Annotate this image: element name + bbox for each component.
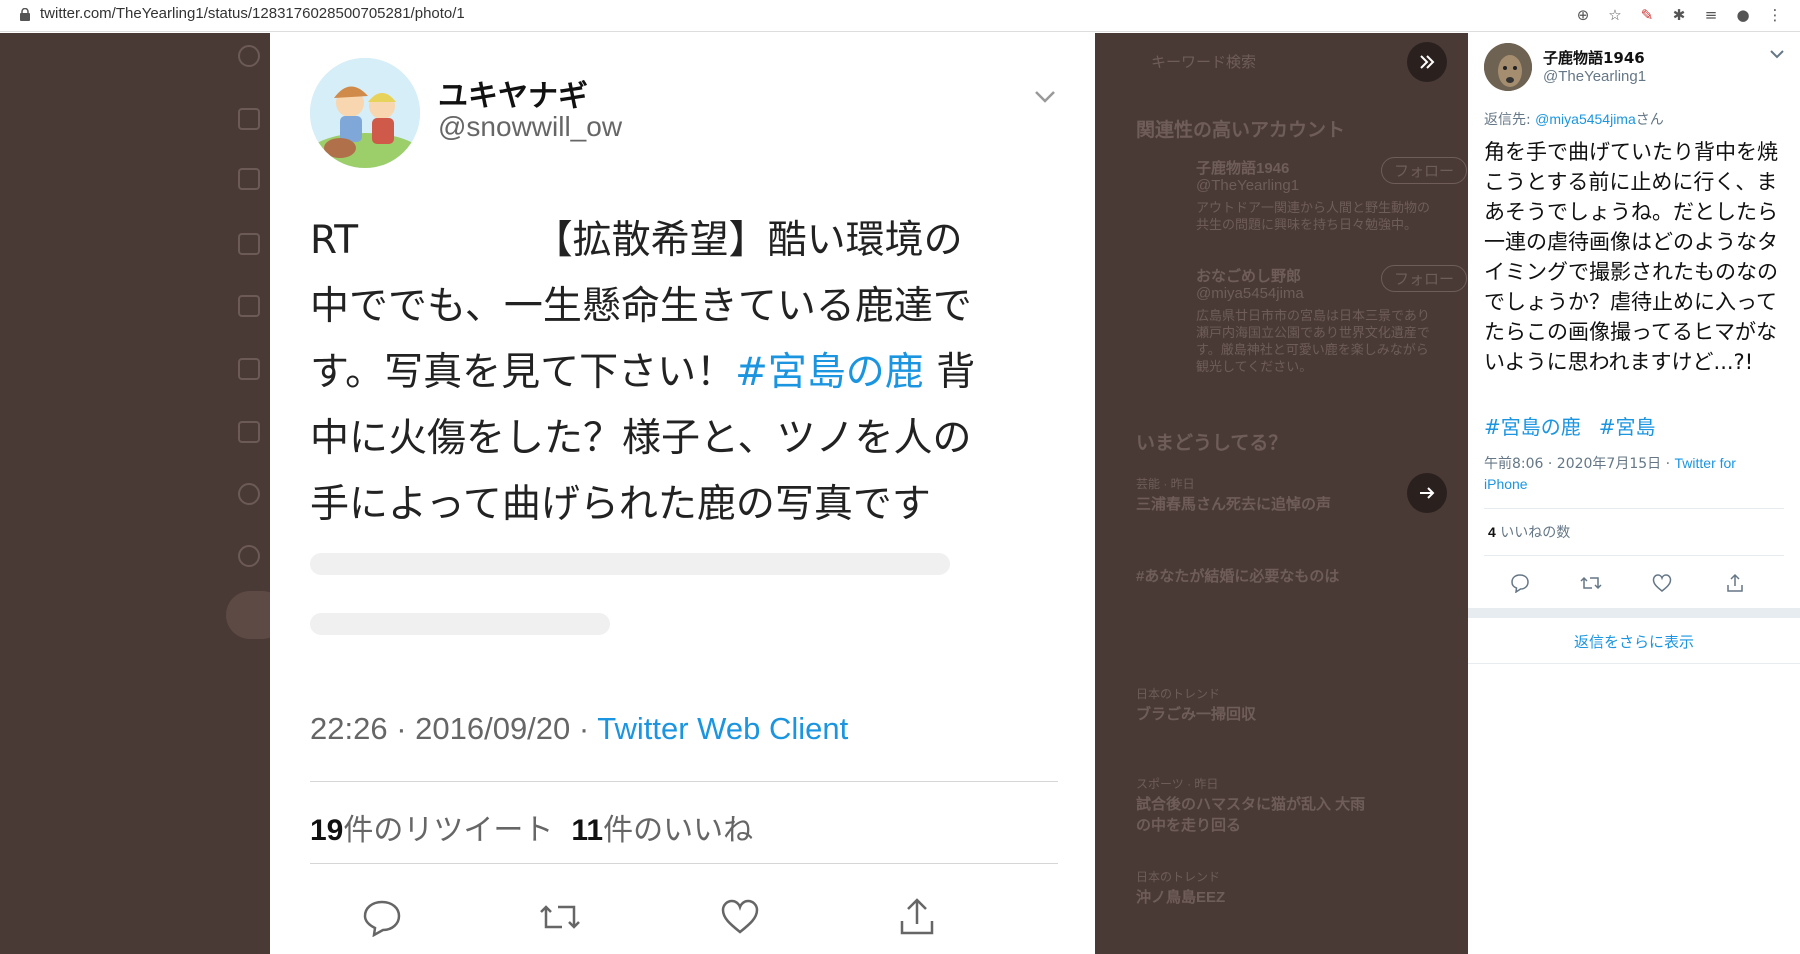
menu-icon[interactable]: ⋮ bbox=[1764, 4, 1786, 26]
divider bbox=[310, 781, 1058, 782]
next-photo-button[interactable] bbox=[1407, 473, 1447, 513]
reply-timestamp: 午前8:06 · 2020年7月15日 · Twitter for iPhone bbox=[1484, 455, 1736, 492]
display-name[interactable]: 子鹿物語1946 bbox=[1543, 47, 1645, 68]
reply-icon bbox=[1511, 574, 1529, 593]
tweet-line: RT 【拡散希望】酷い環境の bbox=[310, 218, 963, 263]
double-chevron-right-icon bbox=[1420, 55, 1435, 69]
engagement-counts: 19件のリツイート 11件のいいね bbox=[310, 813, 754, 848]
share-icon bbox=[895, 895, 939, 939]
url-text[interactable]: twitter.com/TheYearling1/status/12831760… bbox=[40, 5, 465, 22]
blurred-text bbox=[310, 543, 990, 683]
retweet-button[interactable] bbox=[1576, 568, 1606, 598]
browser-address-bar[interactable]: twitter.com/TheYearling1/status/12831760… bbox=[0, 0, 1800, 32]
reading-list-icon[interactable]: ≡ bbox=[1700, 4, 1722, 26]
tweet-text: RT 【拡散希望】酷い環境の 中ででも、一生懸命生きている鹿達で す。写真を見て… bbox=[310, 208, 1060, 538]
retweet-icon bbox=[1580, 576, 1602, 590]
share-icon bbox=[1727, 573, 1743, 592]
pdf-icon[interactable]: ✎ bbox=[1636, 4, 1658, 26]
handle: @snowwill_ow bbox=[438, 111, 623, 142]
tweet-line: す。写真を見て下さい！#宮島の鹿 背 bbox=[310, 350, 976, 395]
divider bbox=[1484, 508, 1784, 509]
display-name: ユキヤナギ bbox=[438, 79, 588, 114]
star-icon[interactable]: ☆ bbox=[1604, 4, 1626, 26]
show-more-replies-link[interactable]: 返信をさらに表示 bbox=[1468, 631, 1800, 652]
tweet-timestamp: 22:26 · 2016/09/20 · Twitter Web Client bbox=[310, 711, 849, 746]
reply-text: 角を手で曲げていたり背中を焼こうとする前に止めに行く、まあそうでしょうね。だとし… bbox=[1484, 140, 1778, 374]
collapse-panel-button[interactable] bbox=[1407, 42, 1447, 82]
divider bbox=[1484, 555, 1784, 556]
divider bbox=[1468, 663, 1800, 664]
add-icon[interactable]: ⊕ bbox=[1572, 4, 1594, 26]
retweet-icon bbox=[538, 895, 582, 939]
like-button[interactable] bbox=[1647, 568, 1677, 598]
share-button[interactable] bbox=[1720, 568, 1750, 598]
heart-icon bbox=[1652, 574, 1672, 592]
background-related-heading: 関連性の高いアカウント bbox=[1136, 120, 1346, 141]
hashtag-link[interactable]: #宮島 bbox=[1599, 415, 1656, 439]
reply-to-line: 返信先: @miya5454jimaさん bbox=[1484, 111, 1664, 128]
hashtag-link: #宮島の鹿 bbox=[735, 350, 924, 395]
hashtags: #宮島の鹿 #宮島 bbox=[1484, 411, 1674, 440]
reply-icon bbox=[360, 895, 404, 939]
photo-tweet-actions bbox=[270, 881, 1095, 951]
reply-button[interactable] bbox=[1505, 568, 1535, 598]
background-search: キーワード検索 bbox=[1151, 54, 1257, 71]
avatar[interactable] bbox=[1484, 43, 1532, 91]
puzzle-icon[interactable]: ✱ bbox=[1668, 4, 1690, 26]
reply-to-link[interactable]: @miya5454jima bbox=[1535, 111, 1636, 127]
tweet-line: 中に火傷をした？様子と、ツノを人の bbox=[310, 416, 972, 461]
avatar bbox=[310, 58, 420, 168]
arrow-right-icon bbox=[1420, 487, 1435, 499]
account-icon[interactable]: ● bbox=[1732, 4, 1754, 26]
heart-icon bbox=[718, 895, 762, 939]
like-count[interactable]: 4 いいねの数 bbox=[1488, 522, 1570, 542]
hashtag-link[interactable]: #宮島の鹿 bbox=[1484, 415, 1581, 439]
chevron-down-icon bbox=[1035, 91, 1055, 103]
divider bbox=[310, 863, 1058, 864]
lock-icon bbox=[20, 8, 30, 21]
chevron-down-icon[interactable] bbox=[1768, 45, 1786, 63]
handle[interactable]: @TheYearling1 bbox=[1543, 68, 1646, 85]
photo-tweet-card: ユキヤナギ @snowwill_ow RT 【拡散希望】酷い環境の 中ででも、一… bbox=[270, 33, 1095, 954]
client-link: Twitter Web Client bbox=[597, 711, 849, 746]
tweet-line: 手によって曲げられた鹿の写真です bbox=[310, 482, 931, 527]
section-separator bbox=[1468, 608, 1800, 618]
tweet-line: 中ででも、一生懸命生きている鹿達で bbox=[310, 284, 972, 329]
reply-panel: 子鹿物語1946 @TheYearling1 返信先: @miya5454jim… bbox=[1468, 33, 1800, 954]
